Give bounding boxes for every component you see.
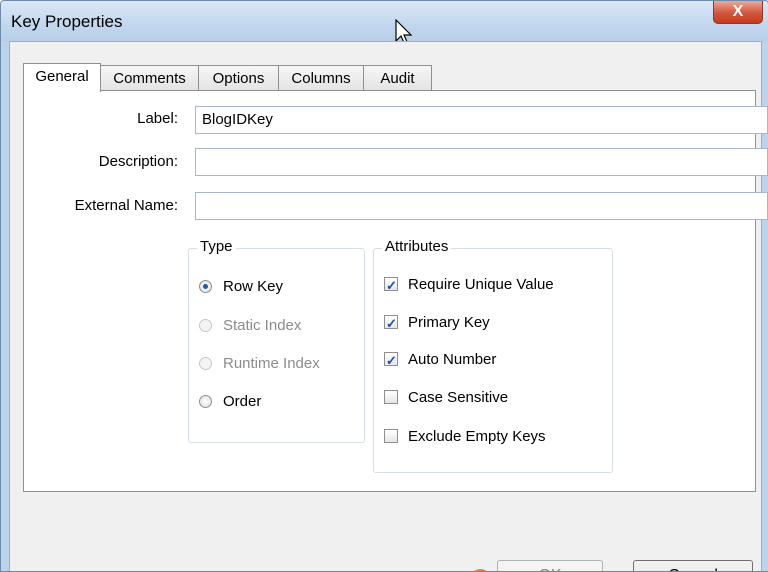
attributes-group: Attributes Require Unique Value Primary … (373, 238, 613, 473)
attributes-group-title: Attributes (382, 238, 452, 255)
checkbox-checked-icon[interactable] (384, 313, 398, 335)
key-properties-dialog: Key Properties X General Comments Option… (0, 0, 768, 572)
label-field-label: Label: (137, 110, 178, 127)
description-field-label: Description: (98, 153, 178, 170)
radio-button-icon[interactable] (199, 280, 212, 293)
checkbox-label: Primary Key (408, 314, 490, 331)
radio-button-icon (199, 319, 212, 332)
tab-general[interactable]: General (23, 63, 101, 92)
window-title: Key Properties (11, 12, 123, 31)
tab-options[interactable]: Options (198, 65, 279, 91)
radio-static-index-label: Static Index (223, 317, 302, 334)
checkbox-unchecked-icon[interactable] (384, 390, 398, 404)
radio-button-icon[interactable] (199, 395, 212, 408)
radio-order-label: Order (223, 393, 262, 410)
close-button[interactable]: X (713, 1, 763, 24)
radio-button-icon (199, 357, 212, 370)
title-bar[interactable]: Key Properties X (1, 1, 768, 41)
checkbox-checked-icon[interactable] (384, 350, 398, 372)
checkbox-label: Require Unique Value (408, 276, 554, 293)
external-name-input[interactable] (195, 192, 768, 220)
tab-comments[interactable]: Comments (100, 65, 199, 91)
tab-audit[interactable]: Audit (363, 65, 432, 91)
checkbox-label: Exclude Empty Keys (408, 428, 546, 445)
label-input[interactable]: BlogIDKey (195, 106, 768, 134)
ok-button[interactable]: OK (497, 560, 603, 571)
dialog-footer: ! OK Cancel (10, 492, 761, 571)
external-name-field-label: External Name: (74, 197, 178, 214)
description-input[interactable] (195, 148, 768, 176)
radio-row-key-label: Row Key (223, 278, 284, 295)
dialog-client-area: General Comments Options Columns Audit L… (9, 41, 768, 571)
general-tab-panel: Label: BlogIDKey Description: External N… (23, 90, 768, 492)
cancel-button[interactable]: Cancel (633, 560, 753, 571)
checkbox-unchecked-icon[interactable] (384, 429, 398, 443)
checkbox-label: Case Sensitive (408, 389, 509, 406)
tab-columns[interactable]: Columns (278, 65, 364, 91)
radio-runtime-index-label: Runtime Index (223, 355, 320, 372)
type-group-title: Type (197, 238, 236, 255)
checkbox-label: Auto Number (408, 351, 497, 368)
type-group: Type Row Key Static Index Runtime Index … (188, 238, 365, 443)
checkbox-checked-icon[interactable] (384, 275, 398, 297)
